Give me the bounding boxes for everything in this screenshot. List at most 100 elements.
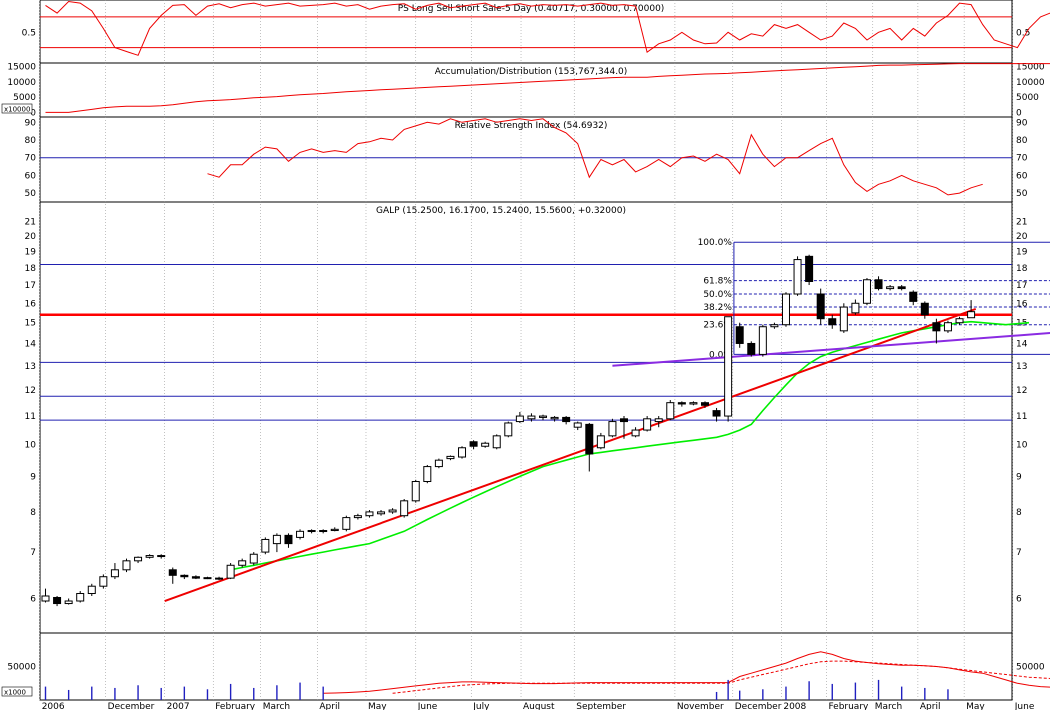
candle-body	[504, 422, 513, 437]
candle-body	[365, 511, 374, 517]
candle-body	[249, 553, 258, 564]
candle-body	[87, 585, 96, 595]
fib-level-label: 50.0%	[703, 290, 732, 300]
candle-body	[377, 511, 386, 515]
price-y-tick-left: 21	[25, 217, 36, 227]
price-y-tick-left: 13	[25, 362, 36, 372]
x-tick-label: March	[875, 702, 902, 710]
candle-body	[562, 416, 571, 423]
x-tick-label: September	[576, 702, 626, 710]
price-y-tick-right: 10	[1016, 441, 1028, 451]
ad-title: Accumulation/Distribution (153,767,344.0…	[435, 67, 628, 77]
candle-body	[342, 517, 351, 530]
fib-level-label: 38.2%	[703, 303, 732, 313]
candle-body	[481, 442, 490, 447]
candle-body	[747, 342, 756, 355]
candle-body	[874, 279, 883, 290]
candle-body	[110, 569, 119, 578]
price-y-tick-right: 16	[1016, 299, 1028, 309]
rsi-y-tick-left: 70	[25, 154, 37, 164]
price-y-tick-left: 18	[25, 264, 37, 274]
volume-multiplier-label: x1000	[4, 689, 26, 697]
candle-body	[585, 423, 594, 455]
price-y-tick-left: 17	[25, 281, 36, 291]
candle-body	[654, 418, 663, 423]
ad-y-tick-left: 15000	[7, 63, 36, 73]
candle-body	[596, 435, 605, 449]
ad-y-tick-right: 15000	[1016, 63, 1045, 73]
x-tick-label: December	[108, 702, 155, 710]
candle-body	[168, 569, 177, 576]
candle-body	[967, 311, 976, 319]
candle-body	[886, 286, 895, 290]
volume-series-line	[392, 660, 1050, 694]
rsi-y-tick-left: 60	[25, 171, 37, 181]
candle-body	[122, 560, 131, 571]
candle-body	[550, 416, 559, 420]
x-tick-label: May	[368, 702, 387, 710]
x-tick-label: March	[263, 702, 290, 710]
price-y-tick-left: 20	[25, 232, 37, 242]
candle-body	[319, 530, 328, 533]
candle-body	[99, 576, 108, 587]
candle-body	[932, 322, 941, 332]
price-y-tick-left: 14	[25, 339, 37, 349]
volume-series-line	[323, 651, 1050, 694]
candle-body	[64, 600, 73, 605]
candle-body	[134, 556, 143, 562]
rsi-y-tick-right: 50	[1016, 189, 1028, 199]
candle-body	[527, 415, 536, 420]
volume-panel-frame	[39, 632, 1013, 701]
candle-body	[307, 530, 316, 533]
candle-body	[793, 259, 802, 295]
price-y-tick-left: 12	[25, 386, 36, 396]
volume-y-tick-left: 50000	[7, 663, 36, 673]
ad-y-tick-right: 10000	[1016, 78, 1045, 88]
candle-body	[469, 441, 478, 447]
candle-body	[411, 481, 420, 502]
price-y-tick-left: 7	[30, 548, 36, 558]
price-y-tick-left: 19	[25, 248, 37, 258]
candle-body	[805, 255, 814, 283]
volume-y-tick-right: 50000	[1016, 663, 1045, 673]
candle-body	[76, 593, 85, 602]
candle-body	[735, 326, 744, 344]
ps-y-tick-left: 0.5	[22, 28, 36, 38]
x-tick-label: April	[319, 702, 340, 710]
candle-body	[539, 415, 548, 418]
price-y-tick-right: 19	[1016, 248, 1028, 258]
candle-body	[608, 421, 617, 437]
candle-body	[943, 322, 952, 332]
x-tick-label: December	[735, 702, 782, 710]
candle-body	[862, 279, 871, 304]
candle-body	[261, 538, 270, 553]
rsi-y-tick-left: 80	[25, 136, 37, 146]
candle-body	[400, 500, 409, 517]
candle-body	[643, 418, 652, 431]
candle-body	[157, 555, 166, 558]
candle-body	[423, 466, 432, 483]
candle-body	[446, 455, 455, 460]
candle-body	[828, 318, 837, 326]
price-y-tick-right: 20	[1016, 232, 1028, 242]
candle-body	[180, 574, 189, 578]
price-y-tick-left: 8	[30, 508, 36, 518]
x-tick-label: April	[920, 702, 941, 710]
candle-body	[458, 447, 467, 458]
candle-body	[781, 293, 790, 326]
ad-y-tick-left: 10000	[7, 78, 36, 88]
x-tick-label: July	[472, 702, 490, 710]
price-y-tick-right: 6	[1016, 594, 1022, 604]
rsi-y-tick-right: 60	[1016, 171, 1028, 181]
x-tick-label: February	[828, 702, 869, 710]
ps-title: PS Long Sell Short Sale-5 Day (0.40717, …	[398, 4, 665, 14]
candle-body	[284, 534, 293, 545]
stock-chart: 2006 December 2007 February March April May Jun…	[1, 0, 1050, 710]
candle-body	[620, 418, 628, 423]
ad-y-tick-right: 0	[1016, 108, 1022, 118]
x-tick-label: 2008	[783, 702, 806, 710]
x-tick-label: May	[966, 702, 985, 710]
candle-body	[330, 528, 339, 532]
candle-body	[712, 410, 721, 417]
price-y-tick-right: 12	[1016, 386, 1027, 396]
